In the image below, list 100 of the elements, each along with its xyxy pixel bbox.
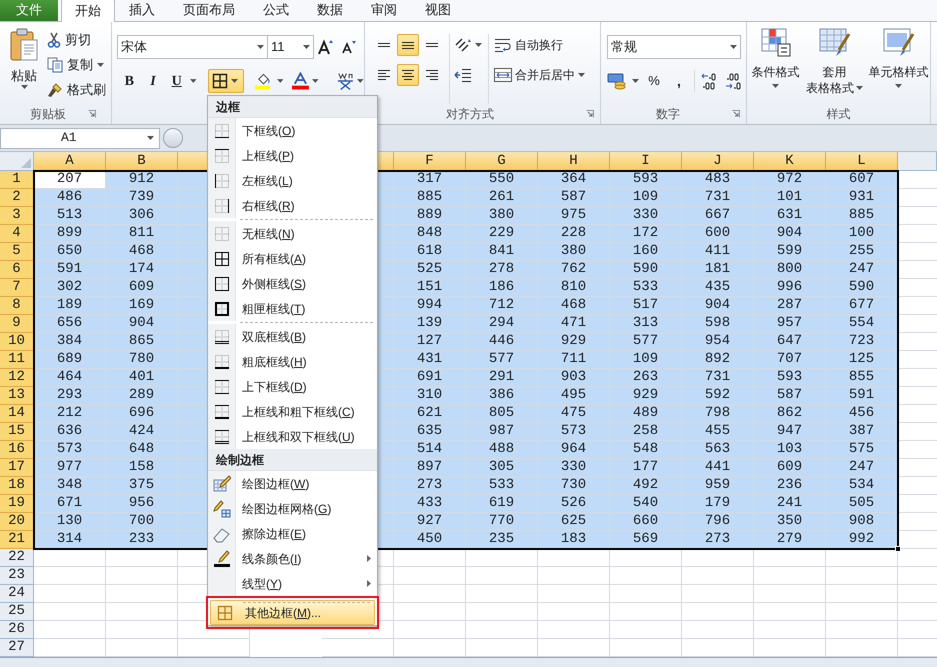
row-header[interactable]: 2 bbox=[0, 189, 34, 207]
font-name-field[interactable]: 宋体 bbox=[117, 35, 268, 59]
format-painter-button[interactable]: 格式刷 bbox=[47, 80, 106, 100]
table-cell: 310 bbox=[394, 387, 466, 405]
menu-item[interactable]: 上框线和粗下框线(C) bbox=[208, 399, 377, 424]
row-header[interactable]: 7 bbox=[0, 279, 34, 297]
menu-item[interactable]: 右框线(R) bbox=[208, 193, 377, 218]
row-header[interactable]: 10 bbox=[0, 333, 34, 351]
row-header[interactable]: 23 bbox=[0, 567, 34, 585]
row-header[interactable]: 22 bbox=[0, 549, 34, 567]
conditional-formatting-button[interactable]: 条件格式 bbox=[749, 28, 802, 104]
table-cell: 573 bbox=[34, 441, 106, 459]
row-header[interactable]: 1 bbox=[0, 171, 34, 189]
table-cell: 972 bbox=[754, 171, 826, 189]
column-header[interactable]: H bbox=[538, 152, 610, 170]
merge-center-button[interactable]: 合并后居中 bbox=[494, 64, 585, 86]
wrap-text-button[interactable]: 自动换行 bbox=[494, 34, 585, 56]
percent-button[interactable]: % bbox=[644, 70, 664, 92]
column-header[interactable]: F bbox=[394, 152, 466, 170]
italic-button[interactable]: I bbox=[142, 70, 164, 92]
ribbon-tab[interactable]: 审阅 bbox=[358, 0, 410, 21]
column-header[interactable]: A bbox=[34, 152, 106, 170]
table-cell: 174 bbox=[106, 261, 178, 279]
copy-button[interactable]: 复制 bbox=[47, 55, 106, 75]
menu-item[interactable]: 上框线和双下框线(U) bbox=[208, 424, 377, 449]
number-format-field[interactable]: 常规 bbox=[607, 35, 741, 59]
table-cell: 456 bbox=[826, 405, 898, 423]
column-header[interactable]: G bbox=[466, 152, 538, 170]
menu-item[interactable]: 粗匣框线(T) bbox=[208, 296, 377, 321]
ribbon-tab[interactable]: 数据 bbox=[304, 0, 356, 21]
menu-item[interactable]: 外侧框线(S) bbox=[208, 271, 377, 296]
menu-item[interactable]: 绘图边框(W) bbox=[208, 471, 377, 496]
row-header[interactable]: 24 bbox=[0, 585, 34, 603]
row-header[interactable]: 17 bbox=[0, 459, 34, 477]
column-header[interactable]: K bbox=[754, 152, 826, 170]
underline-button[interactable]: U bbox=[166, 70, 188, 92]
menu-item[interactable]: 上下框线(D) bbox=[208, 374, 377, 399]
table-cell: 207 bbox=[34, 171, 106, 189]
row-header[interactable]: 15 bbox=[0, 423, 34, 441]
row-header[interactable]: 21 bbox=[0, 531, 34, 549]
table-cell: 929 bbox=[610, 387, 682, 405]
table-cell: 172 bbox=[610, 225, 682, 243]
menu-item[interactable]: 左框线(L) bbox=[208, 168, 377, 193]
menu-item[interactable]: 所有框线(A) bbox=[208, 246, 377, 271]
row-header[interactable]: 18 bbox=[0, 477, 34, 495]
row-header[interactable]: 16 bbox=[0, 441, 34, 459]
ribbon-tab[interactable]: 公式 bbox=[250, 0, 302, 21]
file-tab[interactable]: 文件 bbox=[0, 0, 58, 21]
table-cell: 233 bbox=[106, 531, 178, 549]
table-cell: 533 bbox=[466, 477, 538, 495]
menu-item[interactable]: 双底框线(B) bbox=[208, 321, 377, 349]
column-header[interactable]: I bbox=[610, 152, 682, 170]
menu-item[interactable]: 擦除边框(E) bbox=[208, 521, 377, 546]
table-cell: 996 bbox=[754, 279, 826, 297]
menu-item[interactable]: 绘图边框网格(G) bbox=[208, 496, 377, 521]
comma-button[interactable]: , bbox=[669, 70, 689, 92]
ribbon-tab[interactable]: 页面布局 bbox=[170, 0, 248, 21]
menu-item[interactable]: 线条颜色(I) bbox=[208, 546, 377, 571]
row-header[interactable]: 13 bbox=[0, 387, 34, 405]
menu-item[interactable]: 其他边框(M)... bbox=[210, 600, 375, 625]
bold-button[interactable]: B bbox=[119, 70, 140, 92]
row-header[interactable]: 14 bbox=[0, 405, 34, 423]
menu-item[interactable]: 粗底框线(H) bbox=[208, 349, 377, 374]
table-cell: 987 bbox=[466, 423, 538, 441]
row-header[interactable]: 19 bbox=[0, 495, 34, 513]
row-header[interactable]: 27 bbox=[0, 639, 34, 657]
row-header[interactable]: 26 bbox=[0, 621, 34, 639]
menu-item[interactable]: 下框线(O) bbox=[208, 118, 377, 143]
menu-item[interactable]: 上框线(P) bbox=[208, 143, 377, 168]
table-cell: 183 bbox=[538, 531, 610, 549]
row-header[interactable]: 4 bbox=[0, 225, 34, 243]
cell-styles-button[interactable]: 单元格样式 bbox=[867, 28, 930, 104]
row-header[interactable]: 20 bbox=[0, 513, 34, 531]
row-header[interactable]: 5 bbox=[0, 243, 34, 261]
table-cell: 798 bbox=[682, 405, 754, 423]
font-size-field[interactable]: 11 bbox=[268, 35, 314, 59]
row-header[interactable]: 12 bbox=[0, 369, 34, 387]
row-header[interactable]: 3 bbox=[0, 207, 34, 225]
table-cell: 739 bbox=[106, 189, 178, 207]
row-header[interactable]: 8 bbox=[0, 297, 34, 315]
ribbon-tab[interactable]: 视图 bbox=[412, 0, 464, 21]
row-header[interactable]: 25 bbox=[0, 603, 34, 621]
row-header[interactable]: 6 bbox=[0, 261, 34, 279]
name-box[interactable]: A1 bbox=[0, 128, 160, 148]
table-cell: 855 bbox=[826, 369, 898, 387]
ribbon-tab[interactable]: 开始 bbox=[61, 0, 115, 22]
row-header[interactable]: 11 bbox=[0, 351, 34, 369]
table-cell: 635 bbox=[394, 423, 466, 441]
menu-item[interactable]: 线型(Y) bbox=[208, 571, 377, 596]
menu-item[interactable]: 无框线(N) bbox=[208, 218, 377, 246]
column-header[interactable]: J bbox=[682, 152, 754, 170]
cut-button[interactable]: 剪切 bbox=[47, 30, 106, 50]
row-header[interactable]: 9 bbox=[0, 315, 34, 333]
column-header[interactable]: L bbox=[826, 152, 898, 170]
table-cell: 927 bbox=[394, 513, 466, 531]
table-cell: 100 bbox=[826, 225, 898, 243]
paste-button[interactable]: 粘贴 bbox=[7, 28, 41, 104]
ribbon-tab[interactable]: 插入 bbox=[116, 0, 168, 21]
column-header[interactable]: B bbox=[106, 152, 178, 170]
format-as-table-button[interactable]: 套用 表格格式 bbox=[805, 28, 864, 104]
